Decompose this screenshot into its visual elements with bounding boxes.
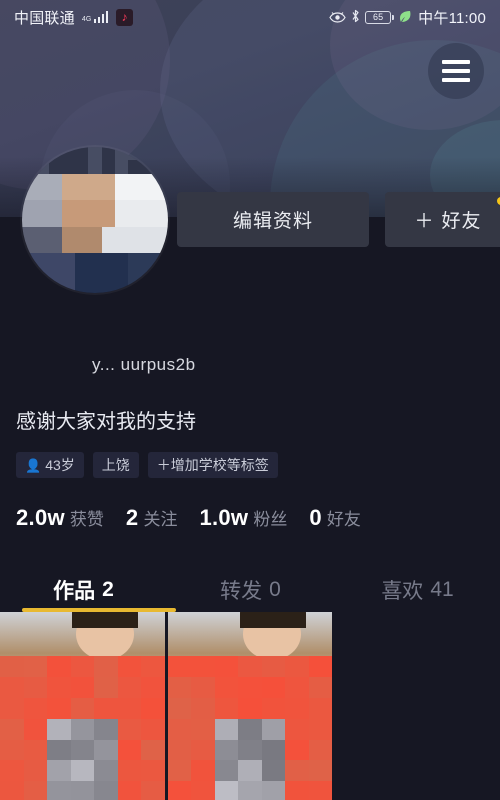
stat-value: 0 (309, 505, 322, 530)
stat-label: 关注 (143, 510, 178, 529)
plus-icon: ＋ (414, 211, 435, 232)
stat-关注[interactable]: 2 关注 (126, 505, 178, 531)
profile-tabs: 作品 2 转发 0 喜欢 41 (0, 568, 500, 612)
user-id-censored (14, 345, 164, 373)
avatar-censored-image (22, 147, 168, 293)
tab-作品[interactable]: 作品 2 (0, 568, 167, 612)
clock-label: 中午11:00 (418, 9, 486, 27)
tag-item-1[interactable]: 上饶 (92, 452, 139, 478)
video-thumbnail[interactable] (167, 612, 333, 800)
active-tab-underline (22, 608, 176, 612)
bluetooth-icon (351, 9, 360, 25)
stat-value: 2 (125, 505, 139, 530)
tag-item-2[interactable]: ＋增加学校等标签 (147, 452, 278, 478)
works-grid (0, 612, 500, 800)
douyin-note-icon: ♪ (116, 8, 134, 26)
hamburger-menu-icon (442, 60, 470, 82)
tag-label: ＋增加学校等标签 (156, 457, 269, 473)
stat-label: 粉丝 (253, 510, 288, 529)
profile-content: 编辑资料 ＋ 好友 y... uurpus2b 感谢大家对我的支持 👤 43岁 上饶… (0, 0, 500, 800)
edit-profile-label: 编辑资料 (232, 211, 313, 232)
profile-stats: 2.0w 获赞 2 关注 1.0w 粉丝 0 好友 (16, 505, 361, 531)
add-friend-label: 好友 (441, 211, 482, 232)
network-type-label: 4G (81, 16, 92, 23)
stat-label: 好友 (326, 510, 361, 529)
leaf-icon (399, 10, 411, 25)
tab-转发[interactable]: 转发 0 (167, 568, 334, 612)
status-bar: 中国联通 4G ♪ 65 中午11:00 (0, 0, 500, 34)
tag-label: 上饶 (101, 457, 130, 473)
signal-indicator: 4G (81, 11, 109, 23)
battery-level-label: 65 (372, 11, 384, 22)
thumbnail-censor-overlay (0, 656, 165, 800)
tab-label: 作品 (53, 580, 96, 603)
status-bar-right: 65 中午11:00 (329, 7, 486, 28)
tab-count: 0 (269, 578, 281, 601)
tab-count: 41 (430, 578, 454, 601)
bio-text: 感谢大家对我的支持 (16, 411, 196, 433)
edit-profile-button[interactable]: 编辑资料 (177, 192, 369, 247)
person-icon: 👤 (25, 457, 42, 473)
grid-cell-empty (335, 612, 500, 800)
tag-label: 43岁 (45, 457, 75, 473)
hamburger-menu-button[interactable] (425, 43, 487, 99)
video-thumbnail[interactable] (0, 612, 165, 800)
signal-bars-icon (93, 11, 109, 23)
tab-label: 喜欢 (381, 580, 424, 603)
thumbnail-censor-overlay (167, 656, 333, 800)
stat-value: 1.0w (199, 505, 249, 530)
stat-label: 获赞 (69, 510, 104, 529)
tab-label: 转发 (220, 580, 263, 603)
tab-count: 2 (102, 578, 114, 601)
stat-value: 2.0w (16, 505, 65, 530)
eye-comfort-icon (329, 11, 346, 23)
stat-好友[interactable]: 0 好友 (309, 505, 361, 531)
carrier-label: 中国联通 (14, 9, 75, 27)
profile-tags: 👤 43岁 上饶 ＋增加学校等标签 (16, 452, 278, 478)
stat-粉丝[interactable]: 1.0w 粉丝 (199, 505, 287, 531)
status-bar-left: 中国联通 4G ♪ (14, 7, 134, 28)
tag-item-0[interactable]: 👤 43岁 (16, 452, 84, 478)
stat-获赞[interactable]: 2.0w 获赞 (16, 505, 104, 531)
avatar[interactable] (22, 147, 168, 293)
battery-icon: 65 (365, 10, 394, 24)
add-friend-button[interactable]: ＋ 好友 (385, 192, 500, 247)
tab-喜欢[interactable]: 喜欢 41 (334, 568, 500, 612)
profile-action-buttons: 编辑资料 ＋ 好友 (177, 192, 500, 247)
